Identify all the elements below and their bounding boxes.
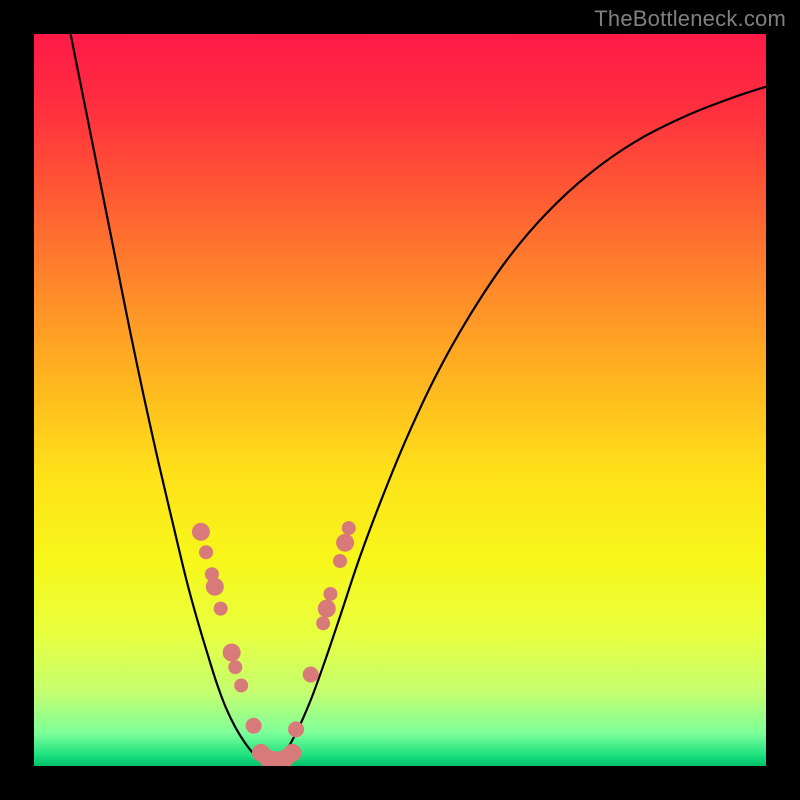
data-marker [318,600,336,618]
data-marker [206,578,224,596]
data-marker [214,602,228,616]
data-marker [228,660,242,674]
data-marker [246,718,262,734]
data-marker [316,616,330,630]
data-marker [288,721,304,737]
bottleneck-curve-chart [34,34,766,766]
data-marker [303,667,319,683]
data-marker [333,554,347,568]
data-marker [192,523,210,541]
data-marker [199,545,213,559]
data-marker [283,744,301,762]
data-marker [342,521,356,535]
plot-area [34,34,766,766]
chart-frame: TheBottleneck.com [0,0,800,800]
watermark-text: TheBottleneck.com [594,6,786,32]
data-marker [336,534,354,552]
data-marker [234,678,248,692]
data-marker [223,644,241,662]
data-marker [323,587,337,601]
